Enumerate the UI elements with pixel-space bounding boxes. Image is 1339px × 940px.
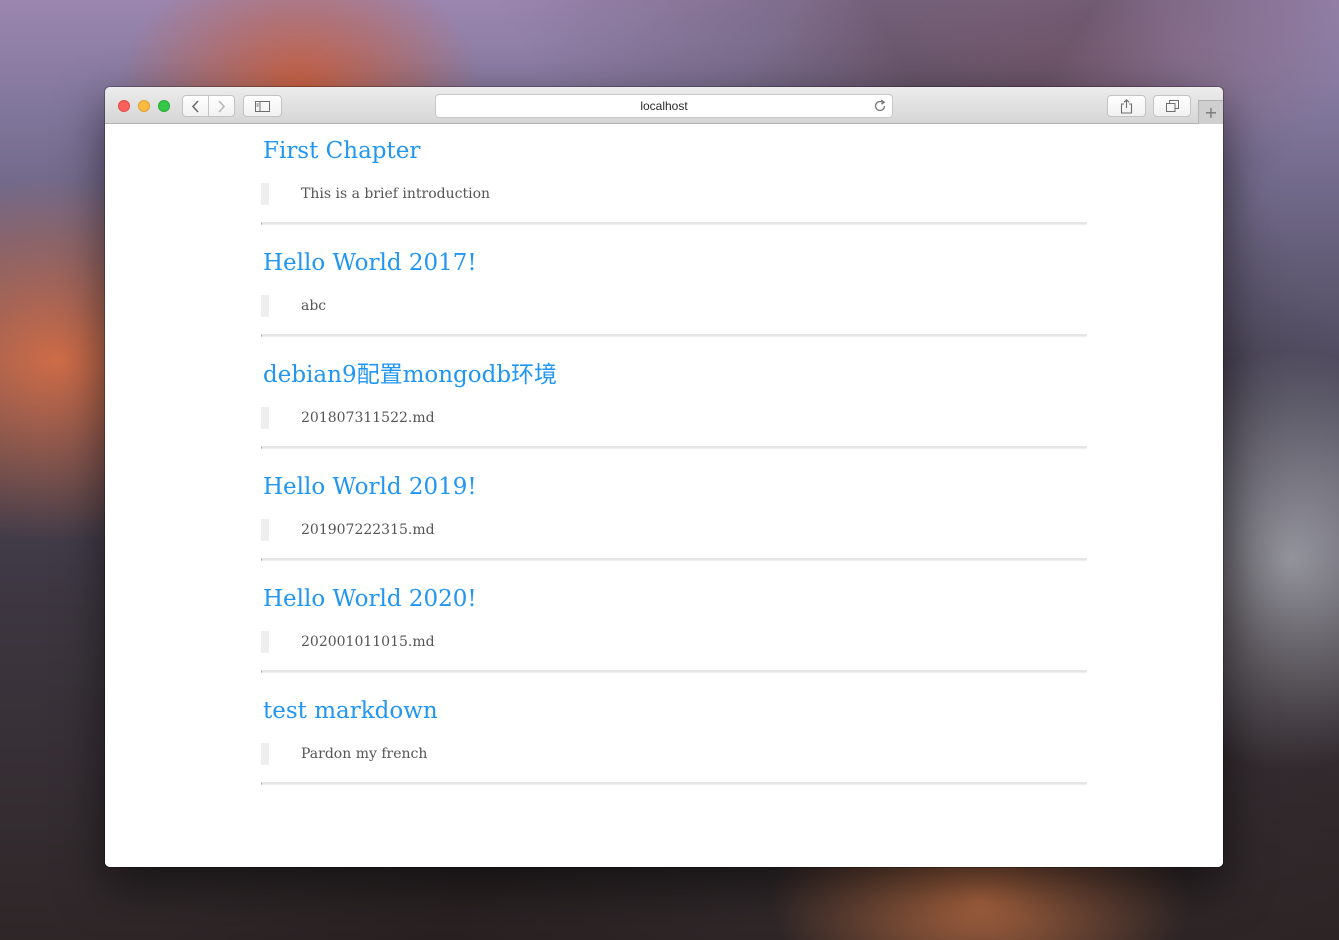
sidebar-icon [255,100,270,112]
forward-button[interactable] [208,95,235,117]
post-summary: 201907222315.md [261,519,435,541]
post-item: Hello World 2017! abc [261,250,1087,362]
reload-icon[interactable] [873,99,887,113]
address-bar[interactable]: localhost [435,94,893,118]
post-divider [261,446,1087,449]
post-title-link[interactable]: Hello World 2020! [263,586,477,612]
post-divider [261,334,1087,337]
address-text[interactable]: localhost [436,95,892,117]
post-title-link[interactable]: First Chapter [263,138,420,164]
post-item: test markdown Pardon my french [261,698,1087,810]
browser-window: localhost + First Chapter This is a brie… [105,87,1223,867]
share-icon [1120,98,1133,114]
post-title-link[interactable]: debian9配置mongodb环境 [263,362,557,388]
post-summary: 201807311522.md [261,407,435,429]
post-summary: This is a brief introduction [261,183,490,205]
back-button[interactable] [182,95,209,117]
post-divider [261,782,1087,785]
post-item: Hello World 2019! 201907222315.md [261,474,1087,586]
post-item: debian9配置mongodb环境 201807311522.md [261,362,1087,474]
browser-toolbar: localhost + [105,87,1223,124]
navigation-buttons [182,95,235,117]
post-item: First Chapter This is a brief introducti… [261,138,1087,250]
share-button[interactable] [1107,95,1146,117]
post-divider [261,222,1087,225]
post-summary: abc [261,295,326,317]
post-summary: 202001011015.md [261,631,435,653]
post-title-link[interactable]: Hello World 2019! [263,474,477,500]
new-tab-button[interactable]: + [1198,100,1223,124]
page-content: First Chapter This is a brief introducti… [105,124,1223,867]
chevron-right-icon [218,99,226,113]
post-title-link[interactable]: Hello World 2017! [263,250,477,276]
sidebar-button[interactable] [243,95,282,117]
minimize-window-button[interactable] [138,100,150,112]
post-list: First Chapter This is a brief introducti… [261,138,1087,810]
post-title-link[interactable]: test markdown [263,698,438,724]
chevron-left-icon [191,99,199,113]
close-window-button[interactable] [118,100,130,112]
post-item: Hello World 2020! 202001011015.md [261,586,1087,698]
post-divider [261,558,1087,561]
zoom-window-button[interactable] [158,100,170,112]
post-divider [261,670,1087,673]
tab-overview-button[interactable] [1153,95,1191,117]
post-summary: Pardon my french [261,743,427,765]
tabs-overview-icon [1165,100,1179,112]
